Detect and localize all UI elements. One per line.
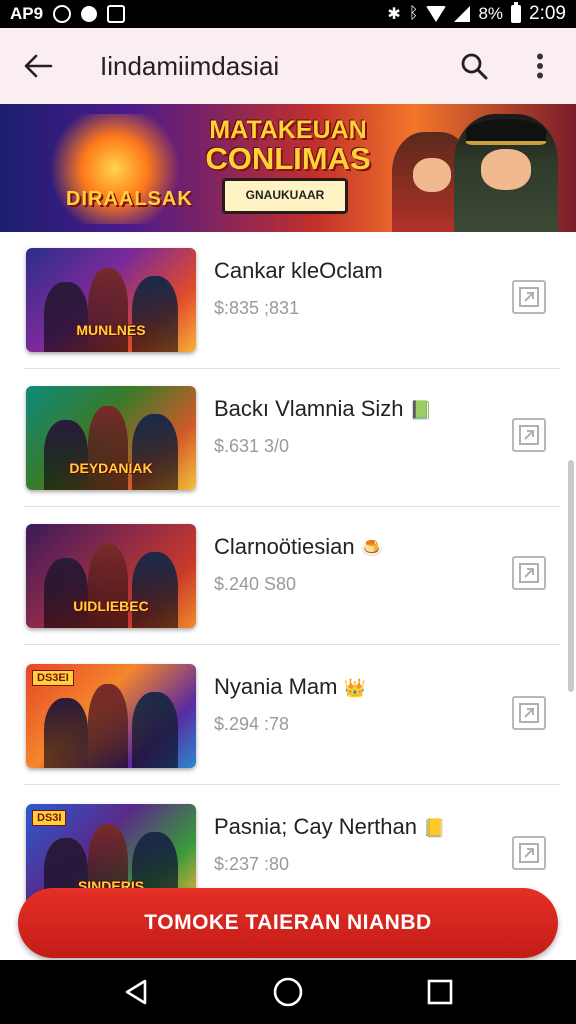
item-name-text: Clarnoötiesian xyxy=(214,534,355,559)
list-divider xyxy=(24,644,560,645)
thumbnail-tag: DS3EI xyxy=(32,670,74,686)
thumbnail-tag: DS3I xyxy=(32,810,67,826)
item-thumbnail[interactable]: DEYDANIAK xyxy=(26,386,196,490)
promo-banner[interactable]: DIRAALSAK MATAKEUAN CONLIMAS GNAUKUAAR xyxy=(0,104,576,232)
item-price: $:835 ;831 xyxy=(214,298,300,318)
item-name-text: Pasnia; Cay Nerthan xyxy=(214,814,417,839)
thumbnail-title-art: UIDLIEBEC xyxy=(73,598,149,614)
thumbnail-title-art: MUNLNES xyxy=(76,322,146,338)
list-divider xyxy=(24,784,560,785)
list-item[interactable]: UIDLIEBEC Clarnoötiesian 🍮 $.240 S80 xyxy=(0,508,576,648)
item-name: Cankar kleOclam xyxy=(214,258,383,284)
banner-subtitle: GNAUKUAAR xyxy=(222,178,348,214)
search-icon[interactable] xyxy=(454,46,494,86)
list-item[interactable]: MUNLNES Cankar kleOclam $:835 ;831 xyxy=(0,232,576,372)
thumbnail-character-figure xyxy=(132,414,178,490)
app-notification-icon xyxy=(107,5,126,23)
item-price: $.631 3/0 xyxy=(214,436,290,456)
thumbnail-character-figure xyxy=(132,276,178,352)
recents-square-icon[interactable] xyxy=(416,968,464,1016)
thumbnail-character-figure xyxy=(88,406,128,490)
thumbnail-character-figure xyxy=(132,692,178,768)
item-name: Pasnia; Cay Nerthan 📒 xyxy=(214,814,445,840)
app-bar: Iindamiimdasiai xyxy=(0,28,576,104)
thumbnail-character-figure xyxy=(44,558,88,628)
open-in-new-icon[interactable] xyxy=(512,418,546,452)
item-badge-icon: 📒 xyxy=(423,818,446,838)
status-app-label: AP9 xyxy=(10,4,44,23)
thumbnail-character-figure xyxy=(44,698,88,768)
list-item[interactable]: DS3EI Nyania Mam 👑 $.294 :78 xyxy=(0,648,576,788)
system-nav-bar xyxy=(0,960,576,1024)
thumbnail-character-figure xyxy=(44,282,88,352)
item-badge-icon: 👑 xyxy=(343,678,366,698)
item-name: Backı Vlamnia Sizh 📗 xyxy=(214,396,432,422)
item-thumbnail[interactable]: MUNLNES xyxy=(26,248,196,352)
banner-headline-line2: CONLIMAS xyxy=(205,141,371,176)
item-list[interactable]: MUNLNES Cankar kleOclam $:835 ;831 DEYDANIA… xyxy=(0,232,576,912)
back-triangle-icon[interactable] xyxy=(112,968,160,1016)
record-icon xyxy=(81,6,98,22)
item-name: Clarnoötiesian 🍮 xyxy=(214,534,383,560)
more-vert-icon[interactable] xyxy=(520,46,560,86)
item-badge-icon: 🍮 xyxy=(360,538,384,558)
open-in-new-icon[interactable] xyxy=(512,836,546,870)
scrollbar[interactable] xyxy=(568,460,574,692)
banner-left-word: DIRAALSAK xyxy=(66,188,193,210)
item-thumbnail[interactable]: UIDLIEBEC xyxy=(26,524,196,628)
wifi-icon xyxy=(426,6,447,22)
vibrate-icon: ᛒ xyxy=(408,5,419,22)
thumbnail-title-art: DEYDANIAK xyxy=(69,460,153,476)
list-divider xyxy=(24,368,560,369)
bluetooth-icon: ✱ xyxy=(387,6,401,23)
back-arrow-icon[interactable] xyxy=(16,44,60,88)
thumbnail-character-figure xyxy=(132,552,178,628)
status-bar: AP9 ✱ ᛒ 8% 2:09 xyxy=(0,0,576,28)
thumbnail-character-figure xyxy=(88,268,128,352)
status-time: 2:09 xyxy=(529,3,566,24)
thumbnail-character-figure xyxy=(44,420,88,490)
home-circle-icon[interactable] xyxy=(264,968,312,1016)
item-name: Nyania Mam 👑 xyxy=(214,674,366,700)
item-name-text: Cankar kleOclam xyxy=(214,258,383,283)
item-price: $.240 S80 xyxy=(214,574,297,594)
list-item[interactable]: DEYDANIAK Backı Vlamnia Sizh 📗 $.631 3/0 xyxy=(0,370,576,510)
thumbnail-character-figure xyxy=(88,684,128,768)
banner-headline-line1: MATAKEUAN xyxy=(209,116,367,144)
page-title: Iindamiimdasiai xyxy=(100,50,280,81)
item-thumbnail[interactable]: DS3EI xyxy=(26,664,196,768)
signal-icon xyxy=(454,6,471,22)
item-price: $:237 :80 xyxy=(214,854,290,874)
battery-icon xyxy=(511,2,522,23)
banner-hero-figure-captain xyxy=(454,114,558,232)
item-name-text: Backı Vlamnia Sizh xyxy=(214,396,404,421)
item-name-text: Nyania Mam xyxy=(214,674,338,699)
open-in-new-icon[interactable] xyxy=(512,696,546,730)
primary-action-button[interactable]: TOMOKE TAIERAN NIANBD xyxy=(18,888,558,958)
thumbnail-character-figure xyxy=(88,544,128,628)
list-divider xyxy=(24,506,560,507)
battery-percent: 8% xyxy=(478,4,504,23)
open-in-new-icon[interactable] xyxy=(512,280,546,314)
open-in-new-icon[interactable] xyxy=(512,556,546,590)
item-badge-icon: 📗 xyxy=(409,400,432,420)
notification-icon xyxy=(53,5,72,23)
item-price: $.294 :78 xyxy=(214,714,290,734)
banner-headline: MATAKEUAN CONLIMAS xyxy=(198,116,378,176)
